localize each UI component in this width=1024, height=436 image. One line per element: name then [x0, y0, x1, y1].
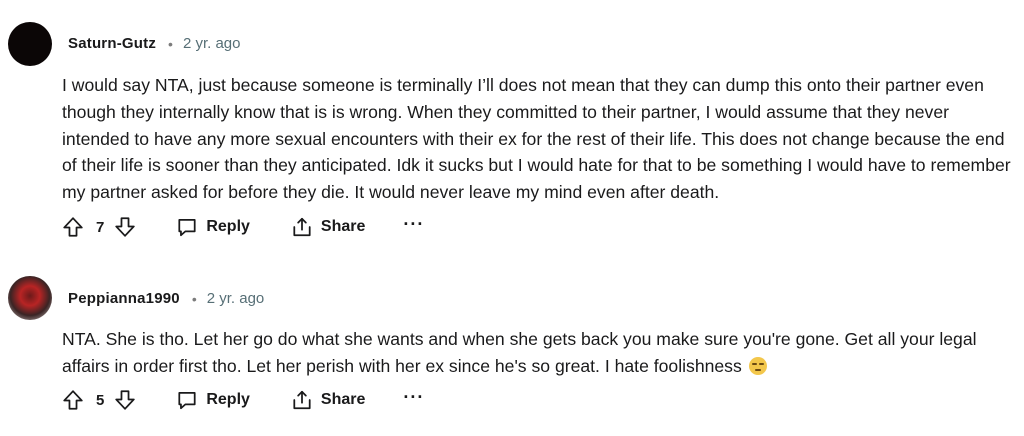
upvote-button[interactable]	[62, 388, 84, 412]
downvote-arrow-icon	[115, 217, 136, 237]
vote-score: 7	[96, 218, 105, 236]
comment-meta: Peppianna1990 • 2 yr. ago	[68, 290, 264, 307]
reply-label: Reply	[206, 218, 250, 235]
comment-meta: Saturn-Gutz • 2 yr. ago	[68, 35, 240, 52]
reply-button[interactable]: Reply	[176, 216, 250, 238]
reply-button[interactable]: Reply	[176, 389, 250, 411]
speech-bubble-icon	[178, 218, 196, 237]
comment-actions: 5 Reply Share ···	[62, 386, 424, 414]
downvote-button[interactable]	[114, 215, 136, 239]
share-upload-icon	[293, 390, 311, 410]
timestamp[interactable]: 2 yr. ago	[183, 35, 241, 52]
share-upload-icon	[293, 217, 311, 237]
timestamp[interactable]: 2 yr. ago	[207, 290, 265, 307]
meta-separator: •	[191, 290, 197, 307]
comment-actions: 7 Reply Share ···	[62, 213, 424, 241]
pensive-face-emoji	[748, 356, 767, 375]
meta-separator: •	[168, 35, 173, 52]
reply-label: Reply	[206, 391, 250, 408]
upvote-arrow-icon	[63, 390, 83, 410]
user-avatar[interactable]	[8, 276, 52, 320]
share-label: Share	[320, 391, 366, 408]
vote-score: 5	[96, 391, 105, 409]
username[interactable]: Peppianna1990	[68, 290, 180, 307]
speech-bubble-icon	[178, 391, 196, 410]
upvote-arrow-icon	[63, 217, 83, 237]
more-options-button[interactable]: ···	[403, 388, 424, 408]
upvote-button[interactable]	[62, 215, 84, 239]
user-avatar[interactable]	[8, 22, 52, 66]
downvote-button[interactable]	[114, 388, 136, 412]
comment-body: I would say NTA, just because someone is…	[62, 75, 1011, 203]
share-button[interactable]: Share	[291, 216, 365, 238]
more-options-button[interactable]: ···	[403, 215, 424, 235]
username[interactable]: Saturn-Gutz	[68, 35, 156, 52]
comment-body-text: NTA. She is tho. Let her go do what she …	[62, 329, 977, 376]
downvote-arrow-icon	[115, 390, 136, 410]
share-button[interactable]: Share	[291, 389, 365, 411]
share-label: Share	[320, 218, 366, 235]
comment-body: NTA. She is tho. Let her go do what she …	[62, 326, 1012, 380]
